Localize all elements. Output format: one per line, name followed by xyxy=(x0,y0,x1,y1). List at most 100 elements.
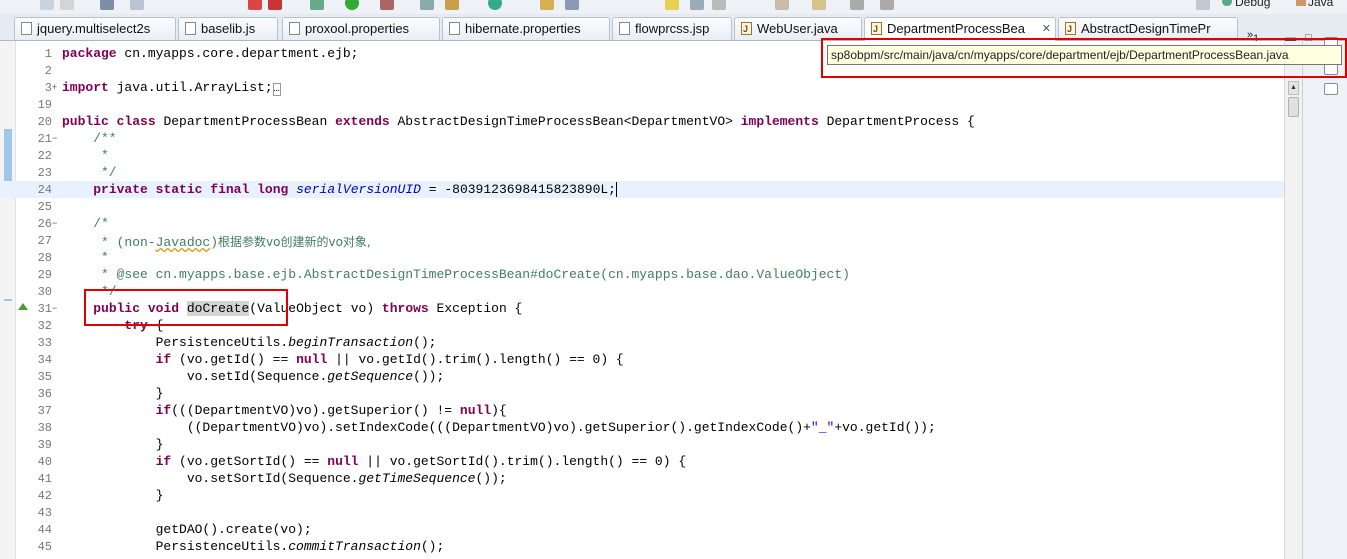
line-number: 32 xyxy=(37,319,52,333)
code-line: 28 * xyxy=(0,249,1284,266)
toggle-block-selection-icon[interactable] xyxy=(690,0,704,10)
skip-breakpoints-icon[interactable] xyxy=(268,0,282,10)
tab-abstractdesigntimeprocessbean[interactable]: AbstractDesignTimePr xyxy=(1058,17,1238,40)
line-text: */ xyxy=(62,165,117,180)
line-text: private static final long serialVersionU… xyxy=(93,182,617,197)
prev-annotation-icon[interactable] xyxy=(812,0,826,10)
line-text: } xyxy=(62,488,164,503)
tab-proxool-properties[interactable]: proxool.properties xyxy=(282,17,440,40)
java-perspective-button[interactable]: Java xyxy=(1296,0,1333,9)
open-type-icon[interactable] xyxy=(540,0,554,10)
line-number: 21 xyxy=(37,132,52,146)
code-line: 25 xyxy=(0,198,1284,215)
line-number: 26 xyxy=(37,217,52,231)
line-text: if (vo.getSortId() == null || vo.getSort… xyxy=(155,454,687,469)
line-text: ((DepartmentVO)vo).setIndexCode(((Depart… xyxy=(62,420,936,435)
code-line: 34 if (vo.getId() == null || vo.getId().… xyxy=(0,351,1284,368)
forward-icon[interactable] xyxy=(880,0,894,10)
code-line: 43 xyxy=(0,504,1284,521)
text-caret xyxy=(616,182,617,197)
line-number: 44 xyxy=(37,523,52,537)
code-line: 3 + import java.util.ArrayList;… xyxy=(0,79,1284,96)
tab-hibernate-properties[interactable]: hibernate.properties xyxy=(442,17,610,40)
js-file-icon xyxy=(185,22,196,35)
right-trim-panel xyxy=(1302,41,1347,559)
code-line: 42 } xyxy=(0,487,1284,504)
line-text: * xyxy=(62,250,109,265)
tab-webuser-java[interactable]: WebUser.java xyxy=(734,17,862,40)
line-text: if (vo.getId() == null || vo.getId().tri… xyxy=(155,352,624,367)
tab-jquery-multiselect2s[interactable]: jquery.multiselect2s xyxy=(14,17,176,40)
debug-icon[interactable] xyxy=(310,0,324,10)
task-list-view-icon[interactable] xyxy=(1324,83,1338,95)
save-icon[interactable] xyxy=(40,0,54,10)
terminate-icon[interactable] xyxy=(248,0,262,10)
tab-label: AbstractDesignTimePr xyxy=(1081,21,1211,36)
code-line: 44 getDAO().create(vo); xyxy=(0,521,1284,538)
print-icon[interactable] xyxy=(60,0,74,10)
collapse-fold-icon[interactable]: − xyxy=(52,133,57,143)
code-line: 33 PersistenceUtils.beginTransaction(); xyxy=(0,334,1284,351)
line-number: 31 xyxy=(37,302,52,316)
debug-perspective-button[interactable]: Debug xyxy=(1222,0,1270,9)
run-icon[interactable] xyxy=(345,0,359,10)
scrollbar-thumb[interactable] xyxy=(1288,97,1299,117)
code-line: 37 if(((DepartmentVO)vo).getSuperior() !… xyxy=(0,402,1284,419)
code-line: 41 vo.setSortId(Sequence.getTimeSequence… xyxy=(0,470,1284,487)
line-text: } xyxy=(62,386,164,401)
show-whitespace-icon[interactable] xyxy=(712,0,726,10)
tab-label: WebUser.java xyxy=(757,21,838,36)
next-annotation-icon[interactable] xyxy=(775,0,789,10)
code-line: 22 * xyxy=(0,147,1284,164)
expand-fold-icon[interactable]: + xyxy=(52,82,57,92)
collapse-fold-icon[interactable]: − xyxy=(52,218,57,228)
properties-file-icon xyxy=(289,22,300,35)
code-line: 23 */ xyxy=(0,164,1284,181)
close-tab-icon[interactable]: ✕ xyxy=(1042,18,1051,40)
line-number: 45 xyxy=(37,540,52,554)
code-line: 36 } xyxy=(0,385,1284,402)
line-text: vo.setSortId(Sequence.getTimeSequence())… xyxy=(62,471,507,486)
java-file-icon xyxy=(1065,18,1076,40)
line-text: * @see cn.myapps.base.ejb.AbstractDesign… xyxy=(62,267,850,282)
tab-label: baselib.js xyxy=(201,21,256,36)
vertical-scrollbar[interactable]: ▲ xyxy=(1284,41,1302,559)
line-text: import java.util.ArrayList;… xyxy=(62,80,281,96)
line-number: 34 xyxy=(37,353,52,367)
line-text: /* xyxy=(62,216,109,231)
editor-tab-bar: jquery.multiselect2s baselib.js proxool.… xyxy=(0,14,1347,45)
new-package-icon[interactable] xyxy=(445,0,459,10)
line-number: 25 xyxy=(37,200,52,214)
scroll-up-icon[interactable]: ▲ xyxy=(1288,81,1299,95)
back-icon[interactable] xyxy=(850,0,864,10)
tab-label: proxool.properties xyxy=(305,21,410,36)
new-wizard-icon[interactable] xyxy=(130,0,144,10)
line-number: 37 xyxy=(37,404,52,418)
mark-occurrences-icon[interactable] xyxy=(665,0,679,10)
line-number: 41 xyxy=(37,472,52,486)
line-text: if(((DepartmentVO)vo).getSuperior() != n… xyxy=(155,403,507,418)
line-text: /** xyxy=(62,131,117,146)
new-java-project-icon[interactable] xyxy=(420,0,434,10)
search-icon[interactable] xyxy=(565,0,579,10)
line-text: PersistenceUtils.beginTransaction(); xyxy=(62,335,437,350)
code-line: 40 if (vo.getSortId() == null || vo.getS… xyxy=(0,453,1284,470)
line-number: 36 xyxy=(37,387,52,401)
line-number: 24 xyxy=(37,183,52,197)
line-text: public class DepartmentProcessBean exten… xyxy=(62,114,975,129)
js-file-icon xyxy=(21,22,32,35)
refresh-icon[interactable] xyxy=(488,0,502,10)
tab-baselib-js[interactable]: baselib.js xyxy=(178,17,278,40)
open-perspective-icon[interactable] xyxy=(1196,0,1210,10)
tab-flowprcss-jsp[interactable]: flowprcss.jsp xyxy=(612,17,732,40)
debug-perspective-icon xyxy=(1222,0,1232,6)
code-line: 38 ((DepartmentVO)vo).setIndexCode(((Dep… xyxy=(0,419,1284,436)
debug-perspective-label: Debug xyxy=(1235,0,1271,9)
line-number: 28 xyxy=(37,251,52,265)
external-tools-icon[interactable] xyxy=(380,0,394,10)
java-file-icon xyxy=(871,18,882,40)
collapse-fold-icon[interactable]: − xyxy=(52,303,57,313)
build-icon[interactable] xyxy=(100,0,114,10)
line-number: 38 xyxy=(37,421,52,435)
line-number: 1 xyxy=(44,47,52,61)
